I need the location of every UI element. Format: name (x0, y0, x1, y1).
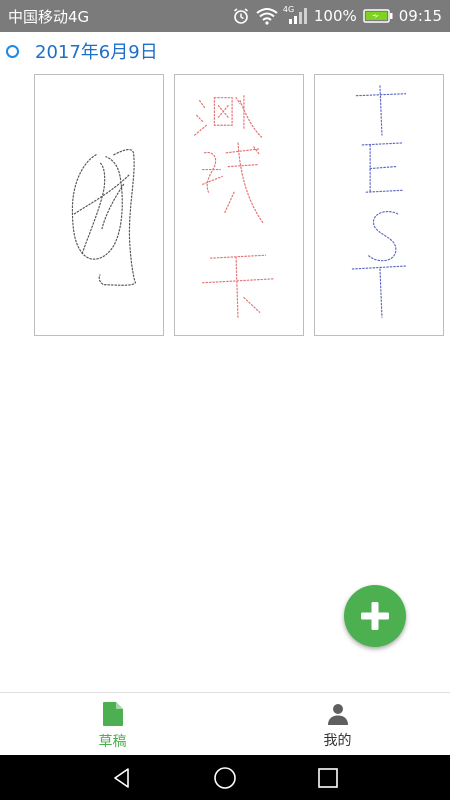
handwriting-sketch (351, 85, 407, 318)
draft-card[interactable] (314, 74, 444, 336)
battery-percent: 100% (313, 7, 357, 25)
cell-signal-icon: 4G (282, 5, 308, 25)
nav-tab-drafts-label: 草稿 (98, 733, 127, 750)
plus-icon (361, 602, 389, 630)
document-icon (102, 701, 123, 726)
handwriting-sketch (194, 95, 275, 319)
app-screen: 中国移动4G 4G 100% 09:15 2017年6月9日 草稿 我的 (0, 0, 450, 800)
alarm-icon (232, 7, 250, 25)
draft-card[interactable] (34, 74, 164, 336)
nav-tab-mine[interactable]: 我的 (225, 693, 450, 756)
back-icon[interactable] (110, 766, 134, 790)
bottom-navigation: 草稿 我的 (0, 692, 450, 756)
handwriting-sketch (71, 148, 137, 286)
wifi-icon (256, 7, 278, 25)
draft-card[interactable] (174, 74, 304, 336)
home-icon[interactable] (213, 766, 237, 790)
date-label: 2017年6月9日 (35, 42, 158, 63)
clock-time: 09:15 (398, 7, 442, 25)
date-group-header: 2017年6月9日 (6, 38, 158, 64)
network-tag: 4G (282, 5, 295, 14)
nav-tab-drafts[interactable]: 草稿 (0, 693, 225, 756)
timeline-dot-icon (6, 44, 19, 58)
add-draft-button[interactable] (344, 585, 406, 647)
battery-icon (363, 8, 393, 24)
recents-icon[interactable] (316, 766, 340, 790)
status-bar: 中国移动4G 4G 100% 09:15 (0, 0, 450, 32)
nav-tab-mine-label: 我的 (323, 732, 352, 749)
person-icon (327, 703, 348, 725)
carrier-label: 中国移动4G (8, 7, 90, 26)
system-navigation-bar (0, 755, 450, 800)
